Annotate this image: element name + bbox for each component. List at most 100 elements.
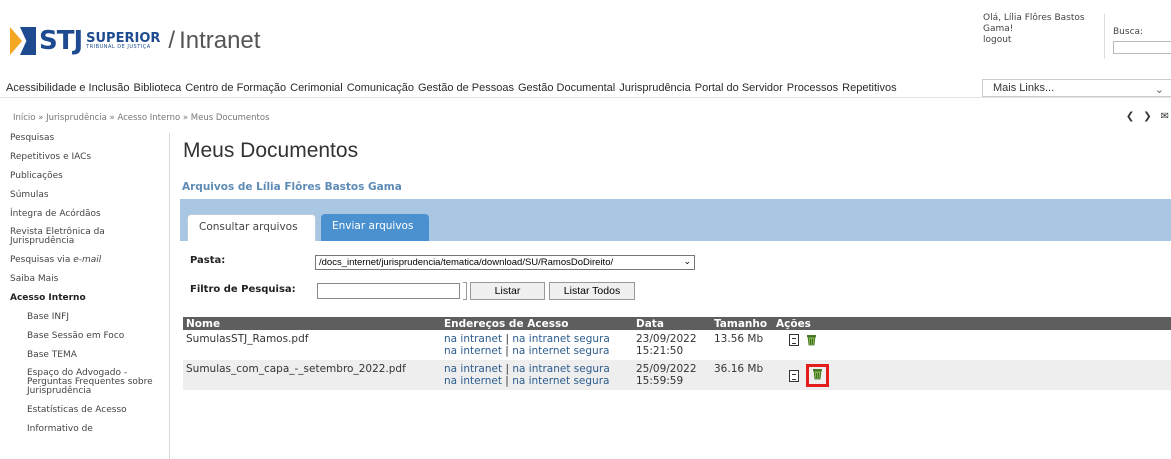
access-links: na intranet | na intranet segura na inte… xyxy=(441,360,633,390)
link-na-internet-segura[interactable]: na internet segura xyxy=(512,345,609,357)
file-size: 36.16 Mb xyxy=(711,360,773,390)
sidebar-item-pesquisas[interactable]: Pesquisas xyxy=(0,133,169,143)
sidebar-item-pesquisas-email[interactable]: Pesquisas via e-mail xyxy=(0,255,169,265)
col-enderecos: Endereços de Acesso xyxy=(441,317,633,330)
nav-gestao-pessoas[interactable]: Gestão de Pessoas xyxy=(418,82,514,94)
sidebar-subitem-estatisticas[interactable]: Estatísticas de Acesso xyxy=(0,405,169,415)
file-date-time: 15:59:59 xyxy=(636,375,684,387)
nav-portal-servidor[interactable]: Portal do Servidor xyxy=(695,82,783,94)
search-input[interactable] xyxy=(1113,41,1171,54)
table-row: Sumulas_com_capa_-_setembro_2022.pdf na … xyxy=(183,360,1171,390)
stj-logo[interactable]: STJ SUPERIOR TRIBUNAL DE JUSTIÇA / Intra… xyxy=(10,26,260,56)
nav-acessibilidade[interactable]: Acessibilidade e Inclusão xyxy=(6,82,130,94)
sidebar: Pesquisas Repetitivos e IACs Publicações… xyxy=(0,133,170,459)
link-na-intranet-segura[interactable]: na intranet segura xyxy=(512,333,609,345)
page-tools: ❮ ❯ ✉ xyxy=(1126,111,1169,122)
logo-stj-text: STJ xyxy=(39,26,83,56)
link-na-intranet[interactable]: na intranet xyxy=(444,363,502,375)
file-name: Sumulas_com_capa_-_setembro_2022.pdf xyxy=(183,360,441,390)
sidebar-subitem-base-infj[interactable]: Base INFJ xyxy=(0,312,169,322)
filtro-input[interactable] xyxy=(317,283,460,299)
tab-enviar-arquivos[interactable]: Enviar arquivos xyxy=(321,214,429,241)
filtro-input-edge xyxy=(463,282,467,300)
col-tamanho: Tamanho xyxy=(711,317,773,330)
mais-links-select[interactable]: Mais Links... ⌄ xyxy=(982,79,1171,97)
file-date: 25/09/2022 15:59:59 xyxy=(633,360,711,390)
logo-tribunal-text: TRIBUNAL DE JUSTIÇA xyxy=(86,44,151,50)
search-form: Pasta: /docs_internet/jurisprudencia/tem… xyxy=(180,245,1171,315)
logo-intranet-text: Intranet xyxy=(179,27,261,54)
nav-repetitivos[interactable]: Repetitivos xyxy=(842,82,896,94)
tab-bar: Consultar arquivos Enviar arquivos xyxy=(180,199,1171,241)
nav-processos[interactable]: Processos xyxy=(787,82,838,94)
breadcrumb-acesso-interno[interactable]: Acesso Interno xyxy=(117,113,180,123)
sidebar-subitem-base-tema[interactable]: Base TEMA xyxy=(0,350,169,360)
nav-gestao-documental[interactable]: Gestão Documental xyxy=(518,82,615,94)
sidebar-subitem-informativo[interactable]: Informativo de xyxy=(0,424,169,434)
table-row: SumulasSTJ_Ramos.pdf na intranet | na in… xyxy=(183,330,1171,360)
pesquisas-email-prefix: Pesquisas via xyxy=(10,255,74,265)
trash-icon[interactable] xyxy=(812,368,823,380)
mail-icon[interactable]: ✉ xyxy=(1161,111,1169,122)
file-date-time: 15:21:50 xyxy=(636,345,684,357)
chevron-down-icon: ⌄ xyxy=(1154,84,1164,96)
breadcrumb-sep: » xyxy=(109,113,115,123)
page-title: Meus Documentos xyxy=(183,139,359,162)
chevron-right-icon[interactable]: ❯ xyxy=(1143,111,1151,122)
link-na-intranet-segura[interactable]: na intranet segura xyxy=(512,363,609,375)
access-links: na intranet | na intranet segura na inte… xyxy=(441,330,633,360)
tab-consultar-arquivos[interactable]: Consultar arquivos xyxy=(187,214,316,241)
nav-jurisprudencia[interactable]: Jurisprudência xyxy=(619,82,691,94)
file-name: SumulasSTJ_Ramos.pdf xyxy=(186,333,309,345)
nav-cerimonial[interactable]: Cerimonial xyxy=(290,82,343,94)
trash-icon[interactable] xyxy=(806,334,817,346)
breadcrumb-jurisprudencia[interactable]: Jurisprudência xyxy=(46,113,107,123)
greeting-line-2: Gama! xyxy=(983,24,1014,34)
link-separator: | xyxy=(505,363,509,375)
pasta-select-value: /docs_internet/jurisprudencia/tematica/d… xyxy=(319,257,614,268)
nav-comunicacao[interactable]: Comunicação xyxy=(347,82,414,94)
pesquisas-email-em: e-mail xyxy=(73,255,102,265)
chevron-down-icon: ⌄ xyxy=(683,256,691,266)
chevron-left-icon[interactable]: ❮ xyxy=(1126,111,1134,122)
sidebar-item-saiba-mais[interactable]: Saiba Mais xyxy=(0,274,169,284)
file-date-day: 25/09/2022 xyxy=(636,363,697,375)
pasta-label: Pasta: xyxy=(190,255,226,266)
sidebar-subitem-base-sessao[interactable]: Base Sessão em Foco xyxy=(0,331,169,341)
sidebar-item-repetitivos[interactable]: Repetitivos e IACs xyxy=(0,152,169,162)
stj-logo-mark-icon xyxy=(10,27,36,55)
user-greeting: Olá, Lília Flôres Bastos Gama! logout xyxy=(983,13,1098,46)
document-icon[interactable] xyxy=(789,369,799,382)
breadcrumb-sep: » xyxy=(38,113,44,123)
logo-slash: / xyxy=(168,27,176,54)
nav-biblioteca[interactable]: Biblioteca xyxy=(134,82,182,94)
file-size: 13.56 Mb xyxy=(714,333,764,345)
pasta-select[interactable]: /docs_internet/jurisprudencia/tematica/d… xyxy=(315,255,695,270)
mais-links-label: Mais Links... xyxy=(993,82,1055,94)
link-na-internet-segura[interactable]: na internet segura xyxy=(512,375,609,387)
file-actions xyxy=(773,330,1171,360)
breadcrumb: Início » Jurisprudência » Acesso Interno… xyxy=(13,113,270,123)
sidebar-item-sumulas[interactable]: Súmulas xyxy=(0,190,169,200)
sidebar-item-integra[interactable]: Íntegra de Acórdãos xyxy=(0,209,169,219)
file-date-day: 23/09/2022 xyxy=(636,333,697,345)
link-na-internet[interactable]: na internet xyxy=(444,345,502,357)
document-icon[interactable] xyxy=(789,334,799,346)
sidebar-item-publicacoes[interactable]: Publicações xyxy=(0,171,169,181)
owner-heading: Arquivos de Lília Flôres Bastos Gama xyxy=(182,181,402,193)
col-acoes: Ações xyxy=(773,317,1171,330)
sidebar-item-acesso-interno[interactable]: Acesso Interno xyxy=(0,293,169,303)
sidebar-subitem-espaco-advogado[interactable]: Espaço do Advogado - Perguntas Frequente… xyxy=(0,369,169,396)
link-separator: | xyxy=(505,333,509,345)
listar-todos-button[interactable]: Listar Todos xyxy=(549,282,635,300)
listar-button[interactable]: Listar xyxy=(470,282,545,300)
nav-centro-formacao[interactable]: Centro de Formação xyxy=(185,82,286,94)
link-na-internet[interactable]: na internet xyxy=(444,375,502,387)
link-na-intranet[interactable]: na intranet xyxy=(444,333,502,345)
logout-link[interactable]: logout xyxy=(983,35,1011,45)
files-table: Nome Endereços de Acesso Data Tamanho Aç… xyxy=(183,317,1171,390)
filtro-label: Filtro de Pesquisa: xyxy=(190,284,296,295)
top-nav: Acessibilidade e Inclusão Biblioteca Cen… xyxy=(0,78,1171,98)
sidebar-item-revista[interactable]: Revista Eletrônica da Jurisprudência xyxy=(0,228,169,246)
breadcrumb-inicio[interactable]: Início xyxy=(13,113,36,123)
